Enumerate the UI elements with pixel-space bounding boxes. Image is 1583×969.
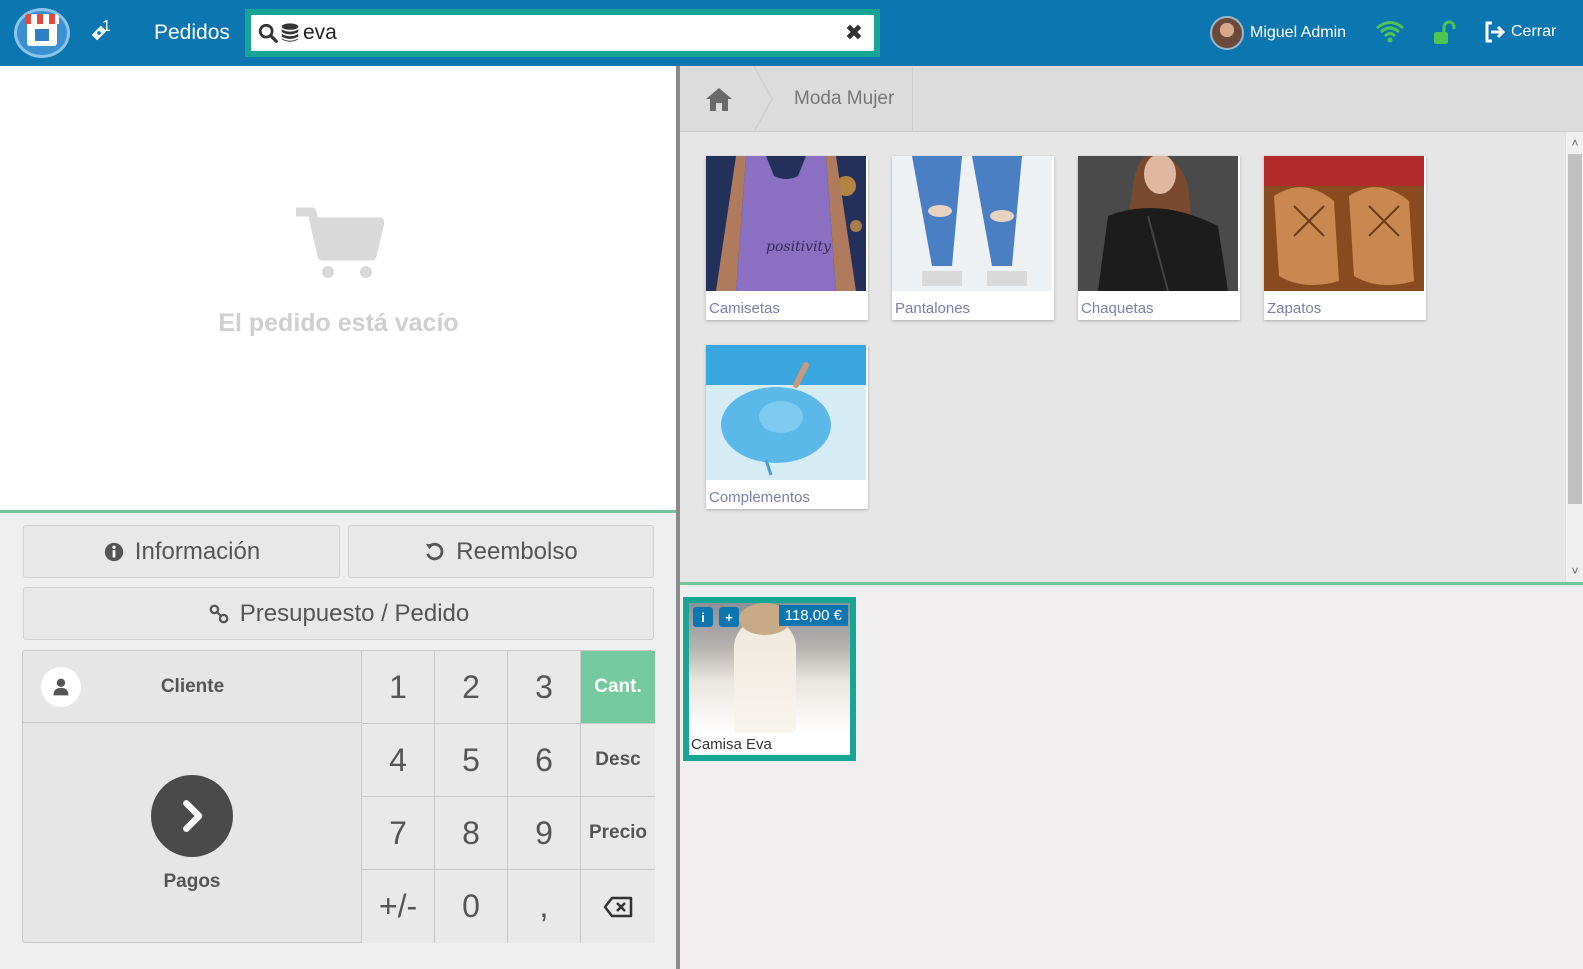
user-name: Miguel Admin — [1250, 24, 1347, 41]
information-label: Información — [134, 537, 261, 565]
logout-icon — [1485, 21, 1506, 43]
product-info-icon[interactable]: i — [693, 607, 713, 627]
category-image: positivity — [706, 156, 866, 291]
backspace-button[interactable] — [581, 870, 655, 943]
category-tile-camisetas[interactable]: positivity Camisetas — [706, 156, 868, 320]
keypad: Cliente Pagos 1 2 3 Cant. 4 5 6 Desc 7 8… — [22, 650, 655, 943]
category-label: Zapatos — [1267, 300, 1322, 317]
orders-label: Pedidos — [154, 21, 230, 44]
key-decimal[interactable]: , — [508, 870, 581, 943]
key-9[interactable]: 9 — [508, 797, 581, 870]
category-tile-pantalones[interactable]: Pantalones — [892, 156, 1054, 320]
key-4[interactable]: 4 — [362, 724, 435, 797]
svg-text:positivity: positivity — [766, 239, 832, 255]
logout-label: Cerrar — [1511, 23, 1557, 40]
orders-count-badge: 1 — [102, 18, 111, 35]
category-label: Pantalones — [895, 300, 971, 317]
top-bar: Pedidos 1 ✖ Miguel Admin Ce — [0, 0, 1583, 66]
key-8[interactable]: 8 — [435, 797, 508, 870]
link-icon — [209, 604, 229, 623]
catalog-panel: Moda Mujer positivity Camisetas Pantalon… — [680, 66, 1583, 969]
scroll-down-icon[interactable]: ˅ — [1566, 562, 1583, 580]
customer-button[interactable]: Cliente — [23, 651, 362, 723]
category-image — [706, 345, 866, 480]
payments-label: Pagos — [163, 870, 221, 892]
quantity-mode-button[interactable]: Cant. — [581, 651, 655, 724]
discount-mode-button[interactable]: Desc — [581, 724, 655, 797]
price-mode-button[interactable]: Precio — [581, 797, 655, 870]
category-scrollbar[interactable]: ˄ ˅ — [1565, 132, 1583, 582]
breadcrumb-item-moda-mujer[interactable]: Moda Mujer — [776, 66, 914, 132]
user-menu[interactable]: Miguel Admin — [1210, 16, 1346, 50]
key-1[interactable]: 1 — [362, 651, 435, 724]
category-tile-chaquetas[interactable]: Chaquetas — [1078, 154, 1240, 320]
category-label: Chaquetas — [1081, 300, 1154, 317]
product-name: Camisa Eva — [691, 736, 772, 753]
scroll-up-icon[interactable]: ˄ — [1566, 134, 1583, 152]
backspace-icon — [603, 896, 633, 917]
category-image — [1264, 156, 1424, 291]
key-5[interactable]: 5 — [435, 724, 508, 797]
key-2[interactable]: 2 — [435, 651, 508, 724]
scrollbar-thumb[interactable] — [1568, 154, 1582, 504]
clear-search-icon[interactable]: ✖ — [834, 20, 874, 46]
category-label: Camisetas — [709, 300, 780, 317]
empty-cart-message: El pedido está vacío — [218, 309, 459, 337]
empty-cart: El pedido está vacío — [0, 206, 677, 338]
wifi-icon — [1376, 21, 1404, 43]
key-plus-minus[interactable]: +/- — [362, 870, 435, 943]
home-button[interactable] — [680, 66, 758, 132]
product-price: 118,00 € — [778, 605, 848, 626]
search-icon[interactable] — [257, 22, 279, 44]
category-tile-complementos[interactable]: Complementos — [706, 345, 868, 509]
key-0[interactable]: 0 — [435, 870, 508, 943]
refund-button[interactable]: Reembolso — [348, 525, 654, 578]
key-7[interactable]: 7 — [362, 797, 435, 870]
database-icon[interactable] — [279, 22, 301, 44]
category-tile-zapatos[interactable]: Zapatos — [1264, 156, 1426, 320]
quote-order-label: Presupuesto / Pedido — [239, 599, 470, 627]
product-card[interactable]: i + 118,00 € Camisa Eva — [683, 597, 856, 761]
info-icon — [104, 542, 123, 561]
category-image — [892, 156, 1052, 291]
key-6[interactable]: 6 — [508, 724, 581, 797]
avatar — [1210, 16, 1244, 50]
category-image — [1078, 154, 1238, 292]
undo-icon — [426, 542, 444, 560]
category-grid: positivity Camisetas Pantalones Chaqueta… — [680, 132, 1583, 582]
breadcrumb-separator — [753, 66, 773, 132]
breadcrumb: Moda Mujer — [680, 66, 1583, 132]
cart-icon — [295, 207, 384, 278]
unlocked-icon[interactable] — [1432, 20, 1456, 46]
category-label: Complementos — [709, 489, 810, 506]
chevron-right-icon — [151, 774, 233, 857]
quote-order-button[interactable]: Presupuesto / Pedido — [23, 587, 654, 640]
refund-label: Reembolso — [456, 537, 578, 565]
search-input[interactable] — [301, 18, 834, 48]
customer-label: Cliente — [160, 675, 225, 697]
store-logo-icon[interactable] — [14, 8, 70, 58]
logout-button[interactable]: Cerrar — [1483, 20, 1556, 44]
search-box: ✖ — [245, 9, 880, 57]
payments-button[interactable]: Pagos — [23, 724, 362, 943]
product-list: i + 118,00 € Camisa Eva — [680, 582, 1583, 969]
product-add-icon[interactable]: + — [719, 607, 739, 627]
home-icon — [706, 88, 732, 111]
information-button[interactable]: Información — [23, 525, 340, 578]
key-3[interactable]: 3 — [508, 651, 581, 724]
